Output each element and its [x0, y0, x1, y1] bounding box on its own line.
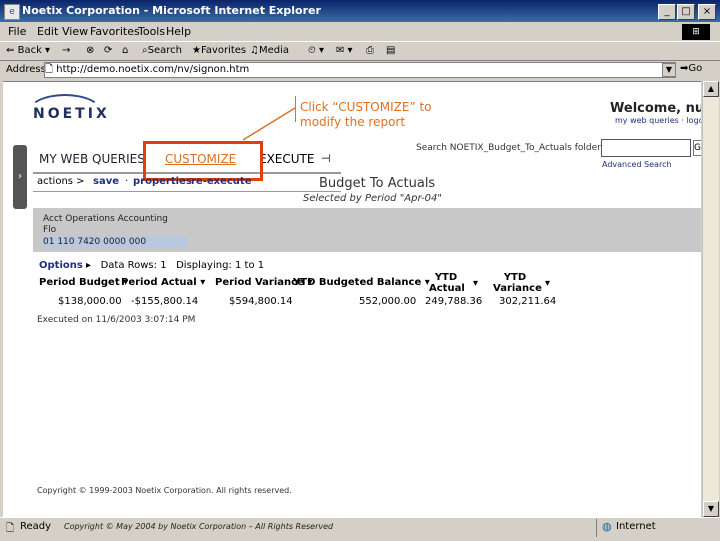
menu-favorites[interactable]: Favorites — [90, 25, 140, 38]
favorites-label: Favorites — [200, 45, 247, 56]
options-link[interactable]: Options — [39, 260, 83, 271]
back-label: Back — [17, 45, 42, 56]
minimize-button[interactable]: _ — [658, 4, 676, 20]
home-icon[interactable]: ⌂ — [122, 45, 128, 56]
re-execute-link[interactable]: re-execute — [191, 176, 252, 187]
col-header-period-budget[interactable]: Period Budget ▾ — [39, 277, 128, 288]
tab-my-web-queries[interactable]: MY WEB QUERIES — [39, 152, 145, 166]
mail-icon[interactable]: ✉ ▾ — [336, 45, 353, 56]
cell-ytd-budgeted-balance: 552,000.00 — [359, 296, 417, 307]
menu-help[interactable]: Help — [166, 25, 191, 38]
callout-line-1: Click “CUSTOMIZE” to — [300, 100, 432, 114]
ie-throbber-logo: ⊞ — [682, 24, 710, 40]
cell-ytd-variance: 302,211.64 — [499, 296, 557, 307]
search-folder-label: Search NOETIX_Budget_To_Actuals folder — [416, 143, 601, 153]
favorites-icon: ★ — [192, 45, 201, 56]
browser-toolbar: ⇐ Back ▾ → ⊗ ⟳ ⌂ ⌕Search ★Favorites ♫Med… — [0, 42, 720, 61]
search-button[interactable]: ⌕Search — [142, 45, 182, 56]
search-input[interactable] — [601, 139, 691, 157]
menu-file[interactable]: File — [8, 25, 26, 38]
media-button[interactable]: ♫Media — [250, 45, 289, 56]
scroll-up-icon[interactable]: ▲ — [703, 81, 719, 97]
parameter-label: Acct Operations Accounting Flo — [43, 214, 168, 235]
refresh-icon[interactable]: ⟳ — [104, 45, 112, 56]
sort-ytd-variance-icon[interactable]: ▾ — [545, 278, 550, 289]
col-header-ytd-variance[interactable]: YTD Variance — [493, 272, 542, 294]
window-title-bar[interactable]: e Noetix Corporation - Microsoft Interne… — [0, 0, 720, 22]
menu-tools[interactable]: Tools — [138, 25, 165, 38]
go-label: Go — [688, 63, 703, 74]
executed-timestamp: Executed on 11/6/2003 3:07:14 PM — [37, 315, 196, 325]
cell-period-budget: $138,000.00 — [58, 296, 122, 307]
save-link[interactable]: save — [93, 176, 119, 187]
ie-app-icon: e — [4, 4, 20, 20]
actions-bar: actions > save · properties · re-execute — [33, 174, 341, 192]
favorites-button[interactable]: ★Favorites — [192, 45, 246, 56]
forward-button[interactable]: → — [62, 45, 70, 56]
sort-ytd-actual-icon[interactable]: ▾ — [473, 278, 478, 289]
data-rows-count: Data Rows: 1 — [100, 260, 167, 271]
close-button[interactable]: × — [698, 4, 716, 20]
search-label: Search — [147, 45, 182, 56]
window-title: Noetix Corporation - Microsoft Internet … — [22, 4, 321, 17]
scroll-down-icon[interactable]: ▼ — [703, 501, 719, 517]
address-dropdown-icon[interactable]: ▼ — [662, 63, 676, 77]
callout-annotation: Click “CUSTOMIZE” to modify the report — [300, 100, 432, 130]
options-arrow-icon: ▸ — [86, 260, 92, 271]
status-ready: Ready — [20, 521, 52, 532]
media-icon: ♫ — [250, 45, 259, 56]
status-divider — [596, 519, 597, 537]
history-icon[interactable]: ⏲ ▾ — [308, 45, 324, 56]
callout-line-2: modify the report — [300, 115, 406, 129]
address-input[interactable]: 🗋 http://demo.noetix.com/nv/signon.htm — [44, 62, 676, 78]
parameter-value[interactable]: 01 110 7420 0000 000 — [43, 236, 187, 248]
cell-period-actual: -$155,800.14 — [131, 296, 199, 307]
stop-icon[interactable]: ⊗ — [86, 45, 94, 56]
page-copyright: Copyright © 1999-2003 Noetix Corporation… — [37, 486, 292, 495]
vertical-scrollbar[interactable]: ▲ ▼ — [702, 81, 719, 517]
page-content: NOETIX Click “CUSTOMIZE” to modify the r… — [3, 81, 701, 518]
edit-page-icon[interactable]: ▤ — [386, 45, 395, 56]
tab-execute[interactable]: EXECUTE — [259, 152, 314, 166]
status-zone: Internet — [616, 521, 656, 532]
back-arrow-icon: ⇐ — [6, 45, 15, 56]
col-header-ytd-budgeted-balance[interactable]: YTD Budgeted Balance ▾ — [293, 277, 430, 288]
menu-edit[interactable]: Edit — [37, 25, 58, 38]
pin-icon[interactable]: ⊣ — [321, 152, 331, 165]
col-header-period-actual[interactable]: Period Actual ▾ — [121, 277, 205, 288]
cell-ytd-actual: 249,788.36 — [425, 296, 483, 307]
actions-label: actions > — [37, 176, 85, 187]
welcome-text: Welcome, nuser — [610, 101, 701, 116]
user-links[interactable]: my web queries · logoff — [615, 116, 701, 125]
internet-zone-icon: ◍ — [602, 520, 612, 533]
report-subtitle: Selected by Period "Apr-04" — [303, 193, 442, 204]
search-go-button[interactable]: G — [693, 140, 701, 156]
displaying-range: Displaying: 1 to 1 — [176, 260, 265, 271]
status-copyright: Copyright © May 2004 by Noetix Corporati… — [64, 522, 334, 531]
callout-pointer — [242, 107, 296, 141]
media-label: Media — [258, 45, 290, 56]
menu-bar: File Edit View Favorites Tools Help — [0, 22, 720, 42]
page-icon: 🗋 — [45, 64, 54, 75]
menu-view[interactable]: View — [62, 25, 88, 38]
collapse-panel-handle[interactable]: › — [13, 145, 27, 209]
advanced-search-link[interactable]: Advanced Search — [602, 160, 672, 169]
address-value: http://demo.noetix.com/nv/signon.htm — [56, 64, 250, 75]
print-icon[interactable]: ⎙ — [366, 45, 374, 56]
maximize-button[interactable]: □ — [677, 4, 695, 20]
options-row: Options ▸ Data Rows: 1 Displaying: 1 to … — [39, 260, 264, 271]
report-title: Budget To Actuals — [319, 176, 436, 191]
back-button[interactable]: ⇐ Back ▾ — [6, 45, 50, 56]
cell-period-variance: $594,800.14 — [229, 296, 293, 307]
col-header-ytd-actual[interactable]: YTD Actual — [429, 272, 465, 294]
go-button[interactable]: ➡Go — [680, 63, 702, 74]
page-status-icon: 🗋 — [6, 523, 15, 534]
address-label: Address — [6, 64, 46, 75]
